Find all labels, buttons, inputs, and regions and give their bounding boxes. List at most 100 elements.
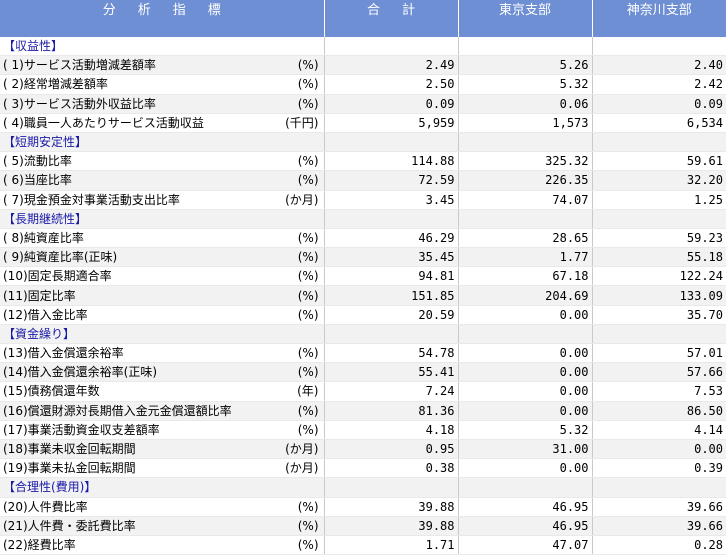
indicator-unit: (%) <box>297 173 319 188</box>
total-value: 3.45 <box>324 190 459 210</box>
indicator-label: ( 3)サービス活動外収益比率 <box>3 96 156 111</box>
indicator-unit: (%) <box>297 307 319 322</box>
tokyo-value: 67.18 <box>458 266 593 287</box>
total-value: 94.81 <box>324 266 459 287</box>
indicator-cell: (15)債務償還年数 (年) <box>0 381 325 402</box>
kanagawa-value: 2.42 <box>592 74 726 95</box>
indicator-label-wrap: (17)事業活動資金収支差額率 (%) <box>3 421 321 439</box>
total-value: 2.49 <box>324 55 459 76</box>
indicator-label: (17)事業活動資金収支差額率 <box>3 422 160 437</box>
indicator-unit: (か月) <box>285 442 319 457</box>
empty-cell <box>324 37 459 57</box>
indicator-unit: (%) <box>297 422 319 437</box>
kanagawa-value: 59.61 <box>592 151 726 172</box>
indicator-cell: ( 5)流動比率 (%) <box>0 151 325 172</box>
indicator-cell: ( 8)純資産比率 (%) <box>0 228 325 249</box>
indicator-label: (16)償還財源対長期借入金元金償還額比率 <box>3 403 232 418</box>
indicator-label-wrap: (21)人件費・委託費比率 (%) <box>3 517 321 535</box>
kanagawa-value: 133.09 <box>592 285 726 306</box>
indicator-label: (10)固定長期適合率 <box>3 269 112 284</box>
indicator-unit: (%) <box>297 499 319 514</box>
table-row: (15)債務償還年数 (年) 7.24 0.00 7.53 <box>0 381 726 402</box>
indicator-label-wrap: (20)人件費比率 (%) <box>3 498 321 516</box>
indicator-cell: (17)事業活動資金収支差額率 (%) <box>0 420 325 440</box>
total-value: 0.95 <box>324 439 459 460</box>
section-title: 【長期継続性】 <box>0 209 325 229</box>
kanagawa-value: 35.70 <box>592 305 726 325</box>
empty-cell <box>458 209 593 229</box>
total-value: 20.59 <box>324 305 459 325</box>
indicator-label-wrap: (15)債務償還年数 (年) <box>3 382 321 400</box>
header-row: 分析指標 合計 東京支部 神奈川支部 <box>0 0 726 37</box>
empty-cell <box>458 37 593 57</box>
indicator-unit: (%) <box>297 403 319 418</box>
tokyo-value: 1.77 <box>458 247 593 268</box>
indicator-unit: (%) <box>297 288 319 303</box>
indicator-cell: (11)固定比率 (%) <box>0 285 325 306</box>
empty-cell <box>458 324 593 345</box>
indicator-label-wrap: (16)償還財源対長期借入金元金償還額比率 (%) <box>3 402 321 420</box>
table-row: ( 1)サービス活動増減差額率 (%) 2.49 5.26 2.40 <box>0 55 726 76</box>
indicator-label-wrap: ( 1)サービス活動増減差額率 (%) <box>3 56 321 74</box>
indicator-cell: (20)人件費比率 (%) <box>0 497 325 517</box>
section-title-text: 【収益性】 <box>3 39 64 54</box>
indicator-cell: ( 4)職員一人あたりサービス活動収益 (千円) <box>0 113 325 133</box>
table-row: (18)事業未収金回転期間 (か月) 0.95 31.00 0.00 <box>0 439 726 460</box>
indicator-label: (15)債務償還年数 <box>3 384 100 399</box>
header-total: 合計 <box>324 0 459 37</box>
indicator-label: ( 8)純資産比率 <box>3 230 84 245</box>
indicator-unit: (%) <box>297 58 319 73</box>
indicator-cell: ( 3)サービス活動外収益比率 (%) <box>0 94 325 114</box>
tokyo-value: 46.95 <box>458 516 593 536</box>
table-body: 【収益性】( 1)サービス活動増減差額率 (%) 2.49 5.26 2.40( 2)経… <box>0 37 726 555</box>
kanagawa-value: 0.00 <box>592 439 726 460</box>
section-row: 【収益性】 <box>0 37 726 57</box>
tokyo-value: 46.95 <box>458 497 593 517</box>
empty-cell <box>592 132 726 153</box>
total-value: 46.29 <box>324 228 459 249</box>
kanagawa-value: 0.39 <box>592 458 726 479</box>
indicator-label-wrap: (14)借入金償還余裕率(正味) (%) <box>3 363 321 381</box>
table-row: (20)人件費比率 (%) 39.88 46.95 39.66 <box>0 497 726 517</box>
tokyo-value: 0.00 <box>458 362 593 383</box>
section-row: 【合理性(費用)】 <box>0 477 726 498</box>
kanagawa-value: 86.50 <box>592 401 726 421</box>
indicator-label-wrap: ( 7)現金預金対事業活動支出比率 (か月) <box>3 191 321 209</box>
indicator-unit: (%) <box>297 250 319 265</box>
indicator-label: (14)借入金償還余裕率(正味) <box>3 365 157 380</box>
table-row: (10)固定長期適合率 (%) 94.81 67.18 122.24 <box>0 266 726 287</box>
total-value: 5,959 <box>324 113 459 133</box>
empty-cell <box>324 324 459 345</box>
indicator-cell: (10)固定長期適合率 (%) <box>0 266 325 287</box>
indicator-unit: (%) <box>297 269 319 284</box>
indicator-label-wrap: (22)経費比率 (%) <box>3 536 321 554</box>
indicator-label: (21)人件費・委託費比率 <box>3 518 136 533</box>
kanagawa-value: 39.66 <box>592 497 726 517</box>
table-row: ( 6)当座比率 (%) 72.59 226.35 32.20 <box>0 170 726 191</box>
kanagawa-value: 39.66 <box>592 516 726 536</box>
total-value: 35.45 <box>324 247 459 268</box>
indicator-unit: (年) <box>297 384 319 399</box>
empty-cell <box>592 477 726 498</box>
kanagawa-value: 6,534 <box>592 113 726 133</box>
indicator-unit: (%) <box>297 154 319 169</box>
tokyo-value: 0.00 <box>458 343 593 364</box>
tokyo-value: 226.35 <box>458 170 593 191</box>
table-row: (19)事業未払金回転期間 (か月) 0.38 0.00 0.39 <box>0 458 726 479</box>
tokyo-value: 0.00 <box>458 381 593 402</box>
kanagawa-value: 122.24 <box>592 266 726 287</box>
kanagawa-value: 4.14 <box>592 420 726 440</box>
empty-cell <box>592 324 726 345</box>
indicator-cell: ( 6)当座比率 (%) <box>0 170 325 191</box>
kanagawa-value: 55.18 <box>592 247 726 268</box>
indicator-cell: (21)人件費・委託費比率 (%) <box>0 516 325 536</box>
indicator-label-wrap: (12)借入金比率 (%) <box>3 306 321 324</box>
indicator-label: ( 7)現金預金対事業活動支出比率 <box>3 192 180 207</box>
analysis-table: 分析指標 合計 東京支部 神奈川支部 【収益性】 ( 1)サービス活動増減差額率(… <box>0 0 726 555</box>
indicator-label-wrap: ( 6)当座比率 (%) <box>3 171 321 189</box>
indicator-unit: (%) <box>297 346 319 361</box>
section-title-text: 【長期継続性】 <box>3 211 88 226</box>
tokyo-value: 325.32 <box>458 151 593 172</box>
indicator-label-wrap: (11)固定比率 (%) <box>3 287 321 305</box>
table-row: (16)償還財源対長期借入金元金償還額比率 (%) 81.36 0.00 86.50 <box>0 401 726 421</box>
